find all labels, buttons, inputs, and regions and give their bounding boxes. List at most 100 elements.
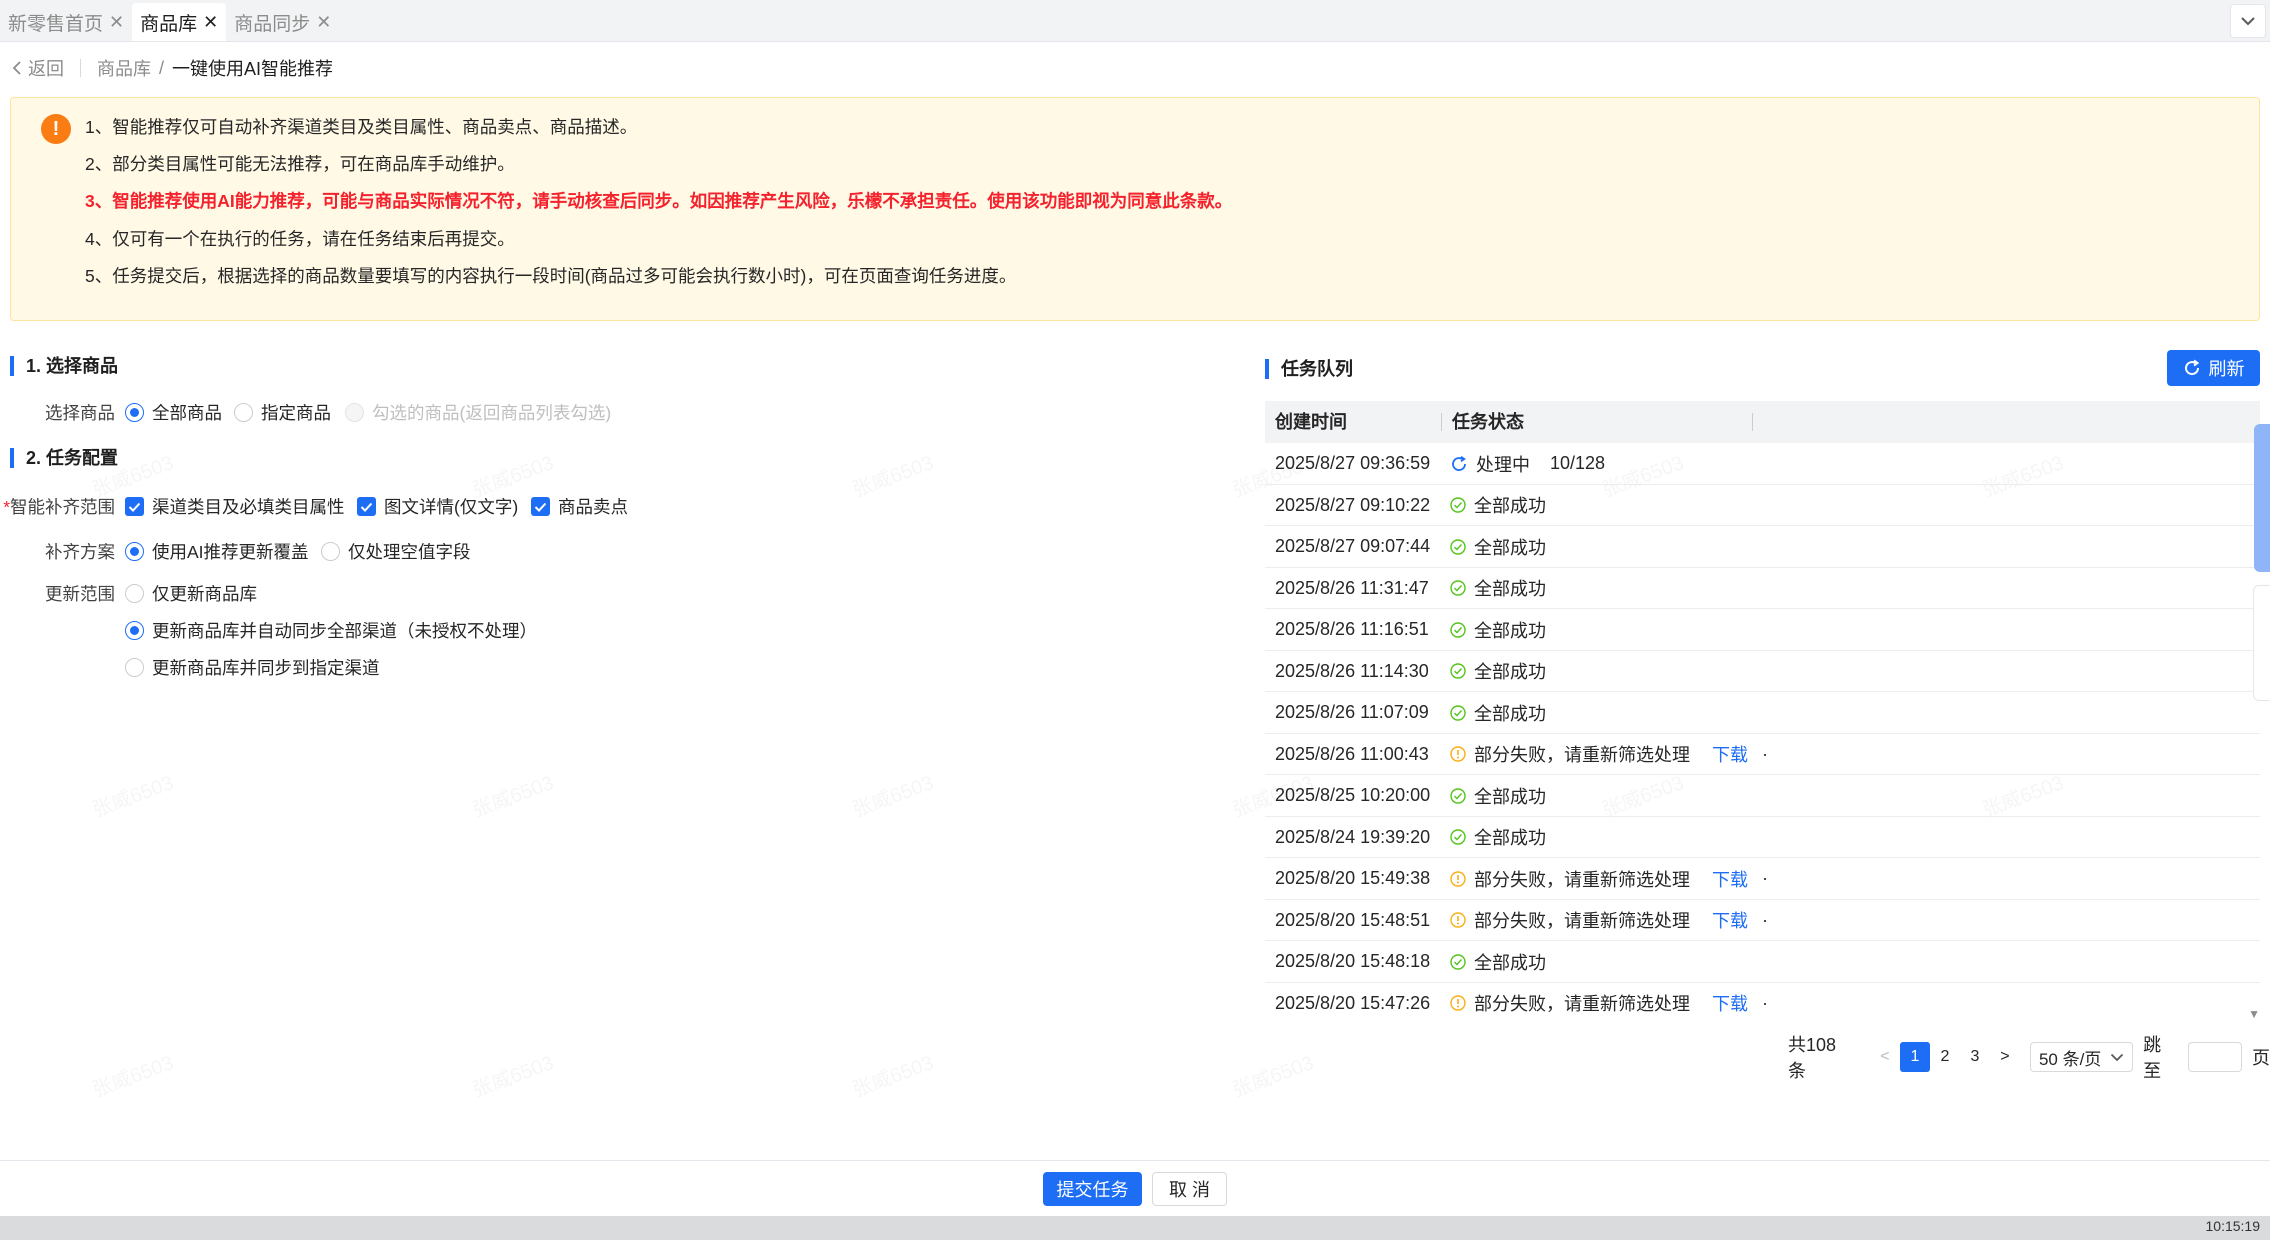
row-created-time: 2025/8/20 15:48:18: [1275, 951, 1431, 971]
check-circle-icon: [1450, 497, 1466, 513]
row-created-time: 2025/8/26 11:07:09: [1275, 702, 1429, 722]
option-label: 更新商品库并同步到指定渠道: [152, 658, 380, 678]
radio-all-goods[interactable]: 全部商品: [125, 400, 222, 425]
check-circle-icon: [1450, 954, 1466, 970]
radio-update-library-only[interactable]: 仅更新商品库: [125, 581, 257, 606]
row-created-time: 2025/8/25 10:20:00: [1275, 785, 1431, 805]
notice-panel: ! 1、智能推荐仅可自动补齐渠道类目及类目属性、商品卖点、商品描述。 2、部分类…: [10, 97, 2260, 321]
row-created-time: 2025/8/20 15:49:38: [1275, 868, 1431, 888]
cancel-button[interactable]: 取 消: [1152, 1172, 1227, 1206]
breadcrumb-parent[interactable]: 商品库: [97, 55, 151, 81]
scope-label: *智能补齐范围: [3, 494, 115, 519]
table-body[interactable]: 2025/8/27 09:36:59 处理中 10/128 2025/8/27 09:…: [1265, 443, 2260, 1021]
check-circle-icon: [1450, 539, 1466, 555]
back-button[interactable]: 返回: [12, 55, 64, 81]
watermark-text: 张威6503: [88, 1046, 177, 1102]
page-suffix: 页: [2252, 1048, 2270, 1068]
check-circle-icon: [1450, 705, 1466, 721]
warning-icon: !: [41, 114, 71, 144]
radio-disabled-icon: [345, 403, 364, 422]
tab-product-sync[interactable]: 商品同步 ✕: [226, 3, 339, 41]
row-status: 部分失败，请重新筛选处理 下载 ·: [1450, 734, 1768, 776]
status-text: 全部成功: [1474, 496, 1546, 517]
exclamation-circle-icon: [1450, 746, 1466, 762]
tab-home[interactable]: 新零售首页 ✕: [0, 3, 132, 41]
row-status: 全部成功: [1450, 609, 1546, 651]
notice-line-1: 1、智能推荐仅可自动补齐渠道类目及类目属性、商品卖点、商品描述。: [85, 117, 638, 137]
page-size-select[interactable]: 50 条/页: [2029, 1042, 2134, 1072]
tab-label: 新零售首页: [8, 13, 104, 35]
scroll-down-icon[interactable]: ▼: [2248, 1007, 2260, 1021]
table-row: 2025/8/20 15:48:51 部分失败，请重新筛选处理 下载 ·: [1265, 900, 2260, 941]
close-icon[interactable]: ✕: [109, 12, 124, 33]
page-1[interactable]: 1: [1899, 1042, 1930, 1072]
checkbox-category-attrs[interactable]: 渠道类目及必填类目属性: [125, 494, 345, 519]
close-icon[interactable]: ✕: [203, 12, 218, 33]
breadcrumb: 返回 商品库 / 一键使用AI智能推荐: [12, 55, 333, 81]
notice-line-4: 4、仅可有一个在执行的任务，请在任务结束后再提交。: [85, 229, 515, 249]
checkbox-checked-icon: [531, 497, 550, 516]
section-title-select-goods: 1. 选择商品: [10, 355, 118, 377]
column-divider: [1441, 413, 1442, 431]
task-queue-title: 任务队列: [1265, 358, 1353, 380]
radio-ai-overwrite[interactable]: 使用AI推荐更新覆盖: [125, 539, 309, 564]
watermark-text: 张威6503: [468, 766, 557, 822]
tab-label: 商品库: [140, 13, 198, 35]
submit-task-button[interactable]: 提交任务: [1043, 1172, 1142, 1206]
download-link[interactable]: 下载: [1712, 990, 1748, 1016]
status-text: 全部成功: [1474, 537, 1546, 558]
watermark-text: 张威6503: [88, 766, 177, 822]
option-label: 渠道类目及必填类目属性: [152, 497, 345, 517]
status-text: 部分失败，请重新筛选处理: [1474, 869, 1690, 890]
row-created-time: 2025/8/27 09:36:59: [1275, 453, 1431, 473]
more-dot: ·: [1762, 868, 1768, 889]
column-divider: [1752, 413, 1753, 431]
plan-label: 补齐方案: [45, 542, 115, 562]
radio-checked-goods: 勾选的商品(返回商品列表勾选): [345, 400, 611, 425]
download-link[interactable]: 下载: [1712, 907, 1748, 933]
checkbox-selling-points[interactable]: 商品卖点: [531, 494, 628, 519]
option-label: 更新商品库并自动同步全部渠道（未授权不处理）: [152, 621, 537, 641]
download-link[interactable]: 下载: [1712, 866, 1748, 892]
row-status: 全部成功: [1450, 775, 1546, 817]
page-2[interactable]: 2: [1930, 1042, 1960, 1072]
option-label: 勾选的商品(返回商品列表勾选): [372, 403, 612, 423]
refresh-icon: [2184, 359, 2199, 376]
status-text: 全部成功: [1474, 786, 1546, 807]
next-page-icon[interactable]: >: [1990, 1042, 2020, 1072]
row-created-time: 2025/8/20 15:48:51: [1275, 909, 1431, 930]
refresh-button[interactable]: 刷新: [2167, 350, 2260, 386]
jump-label: 跳至: [2143, 1035, 2162, 1081]
radio-update-sync-all[interactable]: 更新商品库并自动同步全部渠道（未授权不处理）: [125, 618, 537, 643]
row-status: 部分失败，请重新筛选处理 下载 ·: [1450, 983, 1768, 1022]
checkbox-image-text-detail[interactable]: 图文详情(仅文字): [357, 494, 518, 519]
jump-page-input[interactable]: [2188, 1042, 2243, 1072]
prev-page-icon[interactable]: <: [1870, 1042, 1900, 1072]
option-label: 图文详情(仅文字): [384, 497, 519, 517]
row-status: 全部成功: [1450, 941, 1546, 983]
tab-product-library[interactable]: 商品库 ✕: [132, 3, 227, 41]
option-label: 商品卖点: [558, 497, 628, 517]
breadcrumb-current: 一键使用AI智能推荐: [172, 59, 334, 79]
page-3[interactable]: 3: [1960, 1042, 1990, 1072]
side-customer-service[interactable]: [2253, 585, 2270, 701]
footer-bar: 提交任务 取 消: [0, 1160, 2270, 1216]
watermark-text: 张威6503: [848, 1046, 937, 1102]
status-text: 部分失败，请重新筛选处理: [1474, 745, 1690, 766]
table-row: 2025/8/26 11:14:30 全部成功: [1265, 651, 2260, 692]
watermark-text: 张威6503: [468, 1046, 557, 1102]
side-help-panel[interactable]: [2254, 424, 2270, 572]
radio-update-sync-specified[interactable]: 更新商品库并同步到指定渠道: [125, 655, 380, 680]
radio-specified-goods[interactable]: 指定商品: [234, 400, 331, 425]
radio-empty-only[interactable]: 仅处理空值字段: [321, 539, 471, 564]
notice-line-3: 3、智能推荐使用AI能力推荐，可能与商品实际情况不符，请手动核查后同步。如因推荐…: [85, 191, 1233, 211]
tab-menu-button[interactable]: [2230, 4, 2266, 38]
more-dot: ·: [1762, 743, 1768, 764]
row-created-time: 2025/8/24 19:39:20: [1275, 826, 1431, 847]
chevron-down-icon: [2111, 1053, 2124, 1061]
row-created-time: 2025/8/27 09:10:22: [1275, 494, 1431, 515]
taskbar-clock: 10:15:19: [2205, 1218, 2261, 1234]
download-link[interactable]: 下载: [1712, 741, 1748, 767]
close-icon[interactable]: ✕: [316, 12, 331, 33]
radio-checked-icon: [125, 403, 144, 422]
